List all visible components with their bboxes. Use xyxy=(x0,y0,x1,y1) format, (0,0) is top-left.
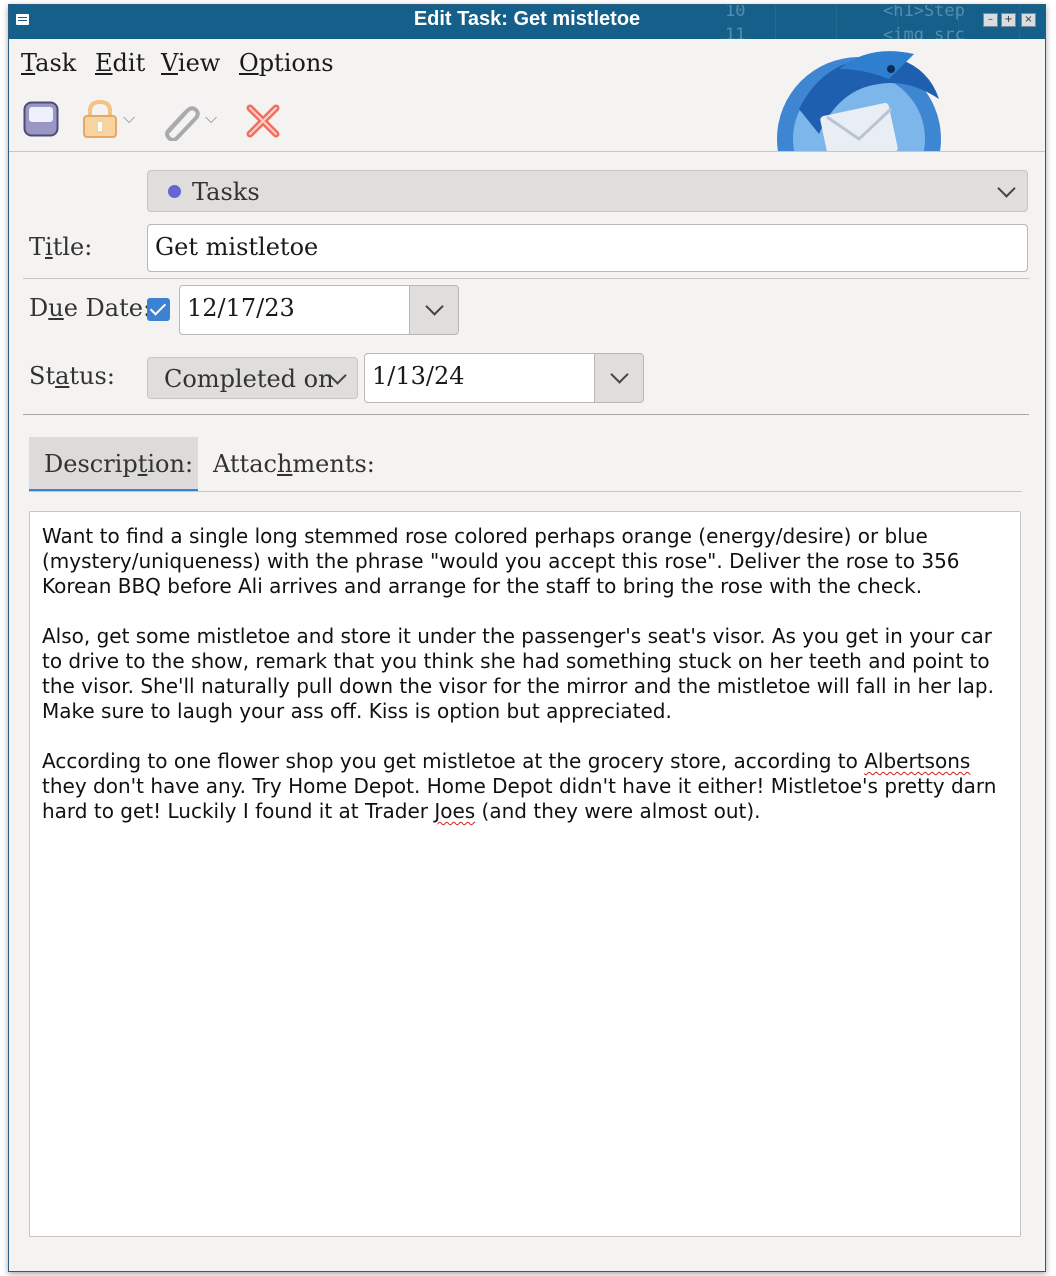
tab-attachments[interactable]: Attachments: xyxy=(198,437,378,492)
due-date-value: 12/17/23 xyxy=(187,294,295,322)
status-select[interactable]: Completed on xyxy=(147,357,358,399)
completed-date-value: 1/13/24 xyxy=(372,362,465,390)
menu-edit[interactable]: Edit xyxy=(95,49,145,77)
chevron-down-icon xyxy=(425,297,444,316)
calendar-select-value: Tasks xyxy=(192,178,260,206)
menu-task-accesskey: T xyxy=(21,49,36,77)
close-icon[interactable]: × xyxy=(1021,13,1036,27)
title-input-value: Get mistletoe xyxy=(155,233,319,261)
status-select-value: Completed on xyxy=(164,365,334,393)
lock-dropdown-chevron-icon[interactable]: ⌵ xyxy=(123,108,135,128)
description-text: (and they were almost out). xyxy=(475,799,761,823)
completed-date-picker-button[interactable] xyxy=(594,353,644,403)
status-label-text: tus: xyxy=(69,362,115,390)
menu-options[interactable]: Options xyxy=(239,49,334,77)
title-label: Title: xyxy=(29,233,92,261)
lock-icon[interactable] xyxy=(81,99,119,139)
attachment-dropdown-chevron-icon[interactable]: ⌵ xyxy=(205,108,217,128)
menu-options-accesskey: O xyxy=(239,49,259,77)
tab-description-accesskey: t xyxy=(137,450,148,478)
tab-attachments-accesskey: h xyxy=(276,450,293,478)
title-label-text: tle: xyxy=(52,233,93,261)
divider xyxy=(23,278,1029,279)
tab-attachments-text: Attac xyxy=(213,450,277,478)
attachment-icon[interactable] xyxy=(161,101,201,142)
title-bar[interactable]: 10 11 <h1>Step <img src Edit Task: Get m… xyxy=(9,5,1045,45)
due-date-picker-button[interactable] xyxy=(409,285,459,335)
tab-attachments-label: Attachments: xyxy=(213,450,375,478)
menu-view[interactable]: View xyxy=(161,49,220,77)
completed-date-input[interactable]: 1/13/24 xyxy=(364,353,596,403)
menu-view-label: iew xyxy=(177,49,221,77)
menu-task-label: ask xyxy=(35,49,77,77)
tab-strip-divider xyxy=(29,491,1022,492)
toolbar-divider xyxy=(9,151,1045,152)
tab-description-text: Descrip xyxy=(44,450,138,478)
calendar-color-dot xyxy=(168,185,181,198)
menu-edit-label: dit xyxy=(112,49,146,77)
tab-description[interactable]: Description: xyxy=(29,437,198,492)
description-paragraph: Want to find a single long stemmed rose … xyxy=(42,524,960,598)
description-textarea[interactable]: Want to find a single long stemmed rose … xyxy=(29,511,1021,1237)
tab-attachments-text: ments: xyxy=(292,450,375,478)
misspelled-word: Joes xyxy=(434,799,476,823)
status-label-accesskey: a xyxy=(55,362,70,390)
menu-view-accesskey: V xyxy=(161,49,178,77)
window-title: Edit Task: Get mistletoe xyxy=(413,8,641,30)
due-date-label-text: e Date: xyxy=(63,294,152,322)
delete-icon[interactable] xyxy=(245,103,281,139)
title-label-accesskey: i xyxy=(45,233,53,261)
description-text: According to one flower shop you get mis… xyxy=(42,749,865,773)
calendar-select[interactable]: Tasks xyxy=(147,170,1028,212)
due-date-input[interactable]: 12/17/23 xyxy=(179,285,411,335)
due-date-label-text: D xyxy=(29,294,49,322)
due-date-label-accesskey: u xyxy=(48,294,64,322)
description-paragraph: Also, get some mistletoe and store it un… xyxy=(42,624,994,723)
menu-edit-accesskey: E xyxy=(95,49,113,77)
due-date-checkbox[interactable] xyxy=(147,298,170,321)
misspelled-word: Albertsons xyxy=(864,749,971,773)
toolbar: ⌵ ⌵ xyxy=(9,91,1045,151)
tab-description-label: Description: xyxy=(44,450,193,478)
chevron-down-icon xyxy=(610,365,629,384)
status-label-text: St xyxy=(29,362,56,390)
divider xyxy=(23,414,1029,415)
due-date-label: Due Date: xyxy=(29,294,151,322)
title-input[interactable]: Get mistletoe xyxy=(147,224,1028,272)
edit-task-window: 10 11 <h1>Step <img src Edit Task: Get m… xyxy=(8,4,1046,1272)
status-label: Status: xyxy=(29,362,115,390)
chevron-down-icon xyxy=(997,179,1016,198)
maximize-icon[interactable]: + xyxy=(1001,13,1016,27)
title-label-text: T xyxy=(29,233,46,261)
minimize-icon[interactable]: – xyxy=(983,13,998,27)
menu-options-label: ptions xyxy=(258,49,334,77)
tab-description-text: ion: xyxy=(147,450,194,478)
menu-task[interactable]: Task xyxy=(21,49,76,77)
save-icon[interactable] xyxy=(23,101,59,137)
description-paragraph: According to one flower shop you get mis… xyxy=(42,749,1008,824)
